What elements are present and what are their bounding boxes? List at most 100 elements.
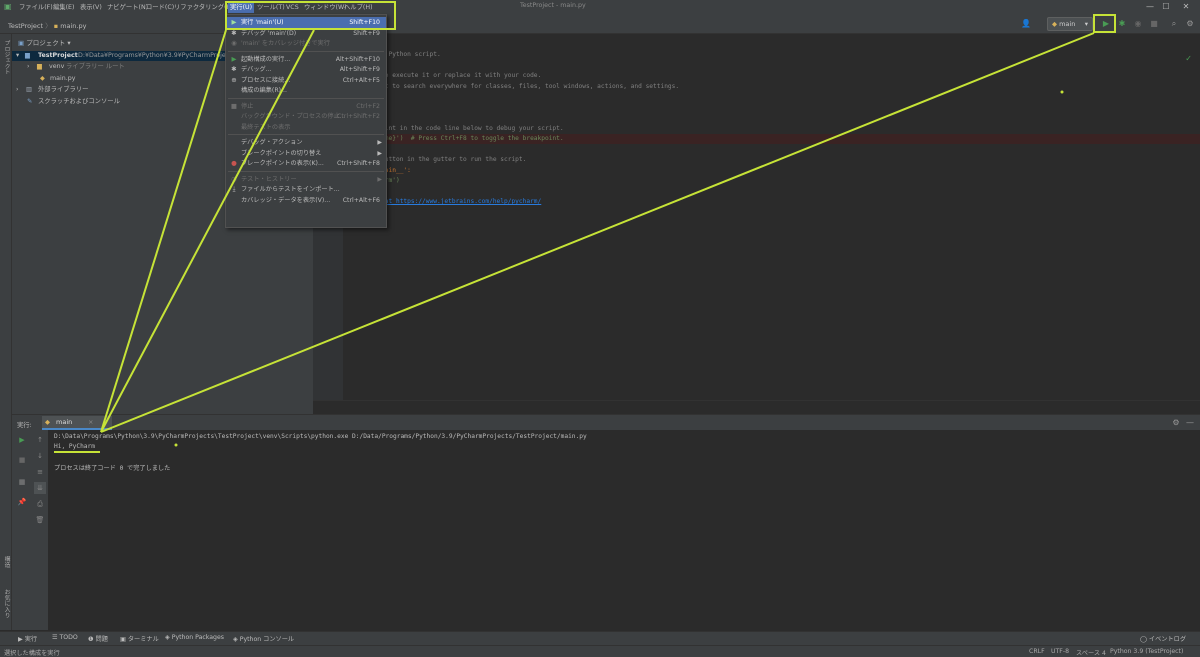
run-config-label: main xyxy=(1059,20,1076,28)
tool-todo-button[interactable]: ☰ TODO xyxy=(52,634,78,641)
soft-wrap-icon[interactable]: ≡ xyxy=(34,466,46,478)
tool-terminal-button[interactable]: ▣ ターミナル xyxy=(120,634,159,643)
run-menu-item[interactable]: ● ブレークポイントの表示(K)... Ctrl+Shift+F8 xyxy=(226,158,386,169)
console-output[interactable]: D:\Data\Programs\Python\3.9\PyCharmProje… xyxy=(48,430,1200,630)
tree-item-label: スクラッチおよびコンソール xyxy=(38,98,120,105)
scroll-up-icon[interactable]: ↑ xyxy=(34,434,46,446)
user-icon[interactable]: 👤 xyxy=(1020,18,1032,30)
breadcrumb: TestProject 〉 ▪ main.py xyxy=(8,20,86,30)
pin-icon[interactable]: 📌 xyxy=(16,496,28,508)
run-tab-main[interactable]: ◆ main × xyxy=(42,416,112,430)
tool-window-bar: ▶ 実行 ☰ TODO ❶ 問題 ▣ ターミナル ◈ Python Packag… xyxy=(0,631,1200,645)
scroll-down-icon[interactable]: ↓ xyxy=(34,450,46,462)
console-output-line: Hi, PyCharm xyxy=(54,443,95,450)
coverage-icon[interactable]: ◉ xyxy=(1132,18,1144,30)
line-separator[interactable]: CRLF xyxy=(1029,648,1045,655)
menu-item-shortcut: Alt+Shift+F9 xyxy=(339,66,380,73)
tool-problems-button[interactable]: ❶ 問題 xyxy=(88,634,108,643)
settings-icon[interactable]: ⚙ xyxy=(1184,18,1196,30)
settings-icon[interactable]: ⚙ xyxy=(1170,417,1182,429)
run-menu-item: ■ 停止 Ctrl+F2 xyxy=(226,101,386,112)
menu-item-label: デバッグ... xyxy=(241,66,272,73)
run-menu-item[interactable]: ▶ 起動構成の実行... Alt+Shift+F10 xyxy=(226,54,386,65)
menu-separator xyxy=(228,97,384,99)
run-menu-item[interactable]: 構成の編集(R)... xyxy=(226,85,386,96)
tree-item-label: 外部ライブラリー xyxy=(38,86,89,93)
horizontal-scrollbar[interactable] xyxy=(313,400,1200,414)
maximize-icon[interactable]: ☐ xyxy=(1160,1,1172,13)
python-file-icon: ◆ xyxy=(40,75,45,82)
code-editor[interactable]: ✓ e sample Python script. ft+F10 to execu… xyxy=(313,34,1200,414)
run-config-selector[interactable]: ◆ main ▾ xyxy=(1047,17,1093,31)
hide-panel-icon[interactable]: — xyxy=(1184,417,1196,429)
indent-setting[interactable]: スペース 4 xyxy=(1076,648,1106,657)
favorites-tool-button[interactable]: お気に入り xyxy=(2,589,11,618)
submenu-arrow-icon: ▶ xyxy=(377,149,382,157)
menu-item-shortcut: Ctrl+Alt+F6 xyxy=(342,196,380,204)
folder-icon: ▣ xyxy=(18,39,25,47)
menu-item-label: ファイルからテストをインポート... xyxy=(241,186,340,193)
tool-python-console-button[interactable]: ◈ Python コンソール xyxy=(233,634,294,643)
tree-item-label: venv xyxy=(49,63,65,70)
python-interpreter[interactable]: Python 3.9 (TestProject) xyxy=(1110,648,1183,655)
chevron-down-icon: ▾ xyxy=(67,39,71,47)
layout-icon[interactable]: ▦ xyxy=(16,476,28,488)
python-icon: ◆ xyxy=(1052,20,1057,28)
menu-item-label: ブレークポイントの表示(K)... xyxy=(241,160,324,167)
menu-code[interactable]: コード(C) xyxy=(146,2,174,13)
menu-view[interactable]: 表示(V) xyxy=(80,2,102,13)
menu-edit[interactable]: 編集(E) xyxy=(53,2,75,13)
breadcrumb-file[interactable]: main.py xyxy=(60,22,86,30)
close-icon[interactable]: ✕ xyxy=(1180,1,1192,13)
console-command-line: D:\Data\Programs\Python\3.9\PyCharmProje… xyxy=(54,433,587,440)
folder-icon: ▆ xyxy=(25,52,30,59)
project-panel-header[interactable]: ▣ プロジェクト ▾ xyxy=(18,37,71,47)
print-icon[interactable]: ⎙ xyxy=(34,498,46,510)
run-menu-item[interactable]: ブレークポイントの切り替え ▶ xyxy=(226,148,386,159)
python-icon: ◆ xyxy=(45,418,50,426)
run-menu-item: バックグラウンド・プロセスの停止... Ctrl+Shift+F2 xyxy=(226,111,386,122)
minimize-icon[interactable]: — xyxy=(1144,1,1156,13)
run-menu-item: ◉ 'main' をカバレッジ付きで実行 xyxy=(226,38,386,49)
status-message: 選択した構成を実行 xyxy=(4,650,60,657)
menu-navigate[interactable]: ナビゲート(N) xyxy=(107,2,148,13)
trash-icon[interactable]: 🗑 xyxy=(34,514,46,526)
tool-python-packages-button[interactable]: ◈ Python Packages xyxy=(165,634,224,641)
inspection-ok-icon: ✓ xyxy=(1185,54,1192,63)
scroll-to-end-icon[interactable]: ⇊ xyxy=(34,482,46,494)
run-menu-item[interactable]: ⤓ ファイルからテストをインポート... xyxy=(226,184,386,195)
breadcrumb-project[interactable]: TestProject xyxy=(8,22,43,30)
menu-item-icon: ● xyxy=(231,159,237,167)
debug-icon[interactable]: ✱ xyxy=(1116,18,1128,30)
menu-item-label: カバレッジ・データを表示(V)... xyxy=(241,196,331,204)
chevron-down-icon: ▾ xyxy=(1084,20,1088,28)
tree-item-suffix: ライブラリー ルート xyxy=(66,63,125,70)
run-menu-item[interactable]: ✱ デバッグ... Alt+Shift+F9 xyxy=(226,64,386,75)
run-menu-item[interactable]: ⊕ プロセスに接続... Ctrl+Alt+F5 xyxy=(226,75,386,86)
run-menu-item[interactable]: デバッグ・アクション ▶ xyxy=(226,137,386,148)
menu-file[interactable]: ファイル(F) xyxy=(19,2,53,13)
rerun-icon[interactable]: ▶ xyxy=(16,434,28,446)
stop-icon[interactable]: ■ xyxy=(1148,18,1160,30)
menu-item-label: バックグラウンド・プロセスの停止... xyxy=(241,113,346,120)
tool-run-button[interactable]: ▶ 実行 xyxy=(18,634,37,643)
event-log-button[interactable]: ◯ イベントログ xyxy=(1140,634,1186,643)
expand-arrow-icon[interactable]: › xyxy=(27,62,30,72)
file-encoding[interactable]: UTF-8 xyxy=(1051,648,1069,655)
run-window-header: 実行: ◆ main × ⚙ — xyxy=(12,414,1200,430)
expand-arrow-icon[interactable]: ▾ xyxy=(16,51,19,61)
structure-tool-button[interactable]: 構造 xyxy=(2,556,11,568)
menu-item-label: プロセスに接続... xyxy=(241,76,291,84)
run-window-label: 実行: xyxy=(17,422,32,429)
run-menu-item[interactable]: カバレッジ・データを表示(V)... Ctrl+Alt+F6 xyxy=(226,195,386,206)
stop-icon[interactable]: ■ xyxy=(16,454,28,466)
run-menu-highlight-box xyxy=(225,1,396,30)
search-icon[interactable]: ⌕ xyxy=(1168,18,1180,30)
project-tool-button[interactable]: プロジェクト xyxy=(2,40,11,75)
expand-arrow-icon[interactable]: › xyxy=(16,85,19,95)
menu-item-icon: ◷ xyxy=(231,174,237,183)
menu-item-icon: ▶ xyxy=(231,54,237,63)
close-tab-icon[interactable]: × xyxy=(88,416,93,428)
menu-item-icon: ■ xyxy=(230,101,238,110)
status-bar: 選択した構成を実行 CRLF UTF-8 スペース 4 Python 3.9 (… xyxy=(0,645,1200,657)
